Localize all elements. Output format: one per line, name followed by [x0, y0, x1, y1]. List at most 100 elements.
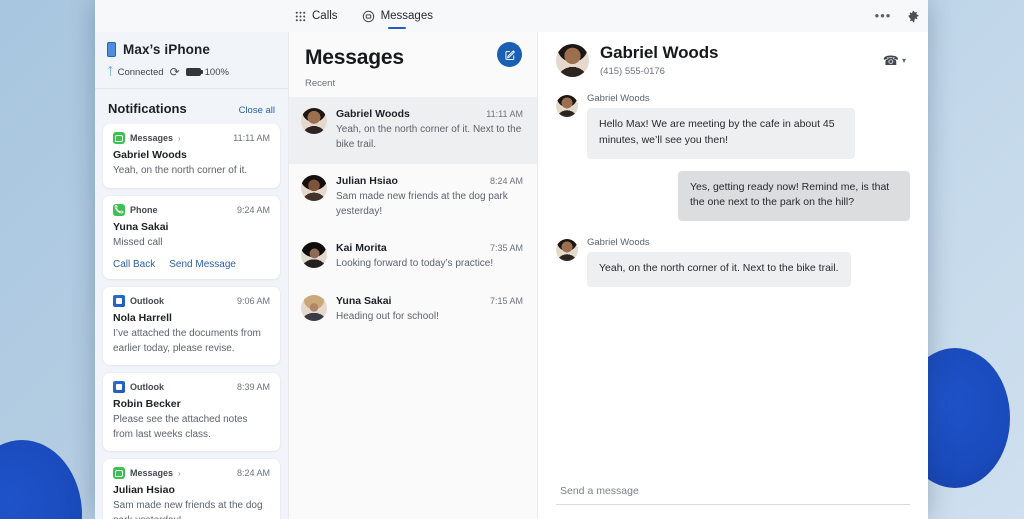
notification-actions: Call Back Send Message — [113, 259, 270, 270]
notification-app-name: Outlook — [130, 296, 164, 306]
list-item-header: Julian Hsiao 8:24 AM — [336, 175, 523, 187]
notification-meta: Messages › 8:24 AM — [113, 467, 270, 479]
send-message-button[interactable]: Send Message — [169, 259, 236, 270]
notification-time: 8:24 AM — [236, 468, 270, 478]
message-preview: Sam made new friends at the dog park yes… — [336, 191, 508, 217]
contact-name: Gabriel Woods — [336, 108, 410, 120]
notification-body: Sam made new friends at the dog park yes… — [113, 500, 263, 519]
message-preview: Looking forward to today’s practice! — [336, 258, 494, 269]
message-content: Gabriel Woods Hello Max! We are meeting … — [587, 93, 855, 159]
avatar — [556, 44, 589, 77]
tab-calls-label: Calls — [312, 10, 338, 22]
timestamp: 7:35 AM — [489, 243, 523, 253]
list-item[interactable]: Yuna Sakai 7:15 AM Heading out for schoo… — [289, 284, 537, 337]
contact-name: Julian Hsiao — [336, 175, 398, 187]
list-item[interactable]: Gabriel Woods 11:11 AM Yeah, on the nort… — [289, 97, 537, 164]
conversation-list[interactable]: Gabriel Woods 11:11 AM Yeah, on the nort… — [289, 97, 537, 519]
timestamp: 8:24 AM — [489, 176, 523, 186]
phone-call-icon: ☎ — [882, 52, 899, 68]
battery-status: 100% — [185, 66, 229, 78]
gear-icon[interactable] — [898, 3, 928, 29]
messages-app-icon — [113, 467, 125, 479]
message-incoming: Gabriel Woods Hello Max! We are meeting … — [556, 93, 910, 159]
message-list-subtitle: Recent — [305, 78, 336, 89]
message-author: Gabriel Woods — [587, 237, 650, 248]
message-group-incoming: Gabriel Woods Hello Max! We are meeting … — [556, 93, 910, 159]
tab-messages[interactable]: Messages — [354, 0, 441, 32]
device-header: Max’s iPhone ᛏ Connected ⟳ 100% — [95, 32, 288, 89]
message-author: Gabriel Woods — [587, 93, 650, 104]
notification-time: 11:11 AM — [233, 133, 270, 143]
desktop-background: Calls Messages ••• Max’s iPhone ᛏ Connec… — [0, 0, 1024, 519]
notification-card[interactable]: Outlook 9:06 AM Nola Harrell I’ve attach… — [103, 287, 280, 365]
notification-body: Please see the attached notes from last … — [113, 414, 248, 440]
dialpad-icon — [293, 9, 307, 23]
notification-time: 8:39 AM — [236, 382, 270, 392]
device-name: Max’s iPhone — [123, 42, 210, 57]
contact-name: Kai Morita — [336, 242, 387, 254]
message-list-panel: Messages Recent Gabriel Woods 11:11 AM Y… — [288, 32, 538, 519]
phone-link-window: Calls Messages ••• Max’s iPhone ᛏ Connec… — [95, 0, 928, 519]
notification-card[interactable]: Messages › 8:24 AM Julian Hsiao Sam made… — [103, 459, 280, 519]
phone-device-icon — [107, 42, 116, 57]
tab-calls[interactable]: Calls — [285, 0, 346, 32]
message-bubble: Yeah, on the north corner of it. Next to… — [587, 252, 851, 287]
call-back-button[interactable]: Call Back — [113, 259, 155, 270]
notification-meta: Phone 9:24 AM — [113, 203, 270, 216]
more-options-button[interactable]: ••• — [868, 3, 898, 29]
message-group-incoming: Gabriel Woods Yeah, on the north corner … — [556, 237, 910, 287]
notification-body: I’ve attached the documents from earlier… — [113, 328, 261, 354]
battery-label: 100% — [204, 66, 229, 78]
avatar — [556, 239, 578, 261]
notification-body: Yeah, on the north corner of it. — [113, 165, 248, 176]
contact-phone: (415) 555-0176 — [600, 65, 665, 77]
notification-card[interactable]: Phone 9:24 AM Yuna Sakai Missed call Cal… — [103, 195, 280, 279]
send-message-input[interactable] — [556, 479, 910, 505]
notification-time: 9:06 AM — [236, 296, 270, 306]
notifications-list[interactable]: Messages › 11:11 AM Gabriel Woods Yeah, … — [95, 124, 288, 519]
notifications-title: Notifications — [108, 101, 187, 116]
list-item-content: Yuna Sakai 7:15 AM Heading out for schoo… — [336, 295, 523, 325]
message-circle-icon — [362, 9, 376, 23]
notification-card[interactable]: Outlook 8:39 AM Robin Becker Please see … — [103, 373, 280, 451]
phone-app-icon — [113, 203, 125, 216]
list-item[interactable]: Kai Morita 7:35 AM Looking forward to to… — [289, 231, 537, 284]
avatar — [301, 242, 327, 268]
list-item-content: Julian Hsiao 8:24 AM Sam made new friend… — [336, 175, 523, 219]
list-item-header: Yuna Sakai 7:15 AM — [336, 295, 523, 307]
titlebar: Calls Messages ••• — [95, 0, 928, 32]
notification-meta: Messages › 11:11 AM — [113, 132, 270, 144]
notification-time: 9:24 AM — [236, 204, 270, 215]
composer — [538, 479, 928, 519]
call-button[interactable]: ☎ ▾ — [879, 49, 910, 73]
contact-name: Gabriel Woods — [600, 43, 719, 63]
list-item[interactable]: Julian Hsiao 8:24 AM Sam made new friend… — [289, 164, 537, 231]
outlook-app-icon — [113, 295, 125, 307]
compose-message-button[interactable] — [497, 42, 522, 67]
message-incoming: Gabriel Woods Yeah, on the north corner … — [556, 237, 910, 287]
device-panel: Max’s iPhone ᛏ Connected ⟳ 100% Notifica… — [95, 32, 288, 519]
chevron-right-icon: › — [178, 133, 181, 143]
close-all-button[interactable]: Close all — [239, 105, 275, 116]
list-item-content: Kai Morita 7:35 AM Looking forward to to… — [336, 242, 523, 272]
timestamp: 7:15 AM — [489, 295, 523, 306]
message-preview: Yeah, on the north corner of it. Next to… — [336, 124, 522, 150]
sync-icon: ⟳ — [169, 65, 180, 79]
list-item-content: Gabriel Woods 11:11 AM Yeah, on the nort… — [336, 108, 523, 152]
message-content: Gabriel Woods Yeah, on the north corner … — [587, 237, 851, 287]
notification-body: Missed call — [113, 236, 163, 248]
thread-header: Gabriel Woods (415) 555-0176 ☎ ▾ — [538, 32, 928, 91]
bluetooth-icon: ᛏ — [107, 65, 114, 78]
notification-card[interactable]: Messages › 11:11 AM Gabriel Woods Yeah, … — [103, 124, 280, 188]
timestamp: 11:11 AM — [486, 109, 523, 119]
notification-sender: Nola Harrell — [113, 312, 172, 324]
list-item-header: Kai Morita 7:35 AM — [336, 242, 523, 254]
notification-app-name: Messages — [130, 468, 174, 478]
window-body: Max’s iPhone ᛏ Connected ⟳ 100% Notifica… — [95, 32, 928, 519]
sync-status[interactable]: ⟳ — [170, 66, 180, 78]
message-thread[interactable]: Gabriel Woods Hello Max! We are meeting … — [538, 91, 928, 479]
contact-name: Yuna Sakai — [336, 294, 392, 307]
messages-app-icon — [113, 132, 125, 144]
notification-meta: Outlook 8:39 AM — [113, 381, 270, 393]
thread-panel: Gabriel Woods (415) 555-0176 ☎ ▾ Gabriel — [538, 32, 928, 519]
